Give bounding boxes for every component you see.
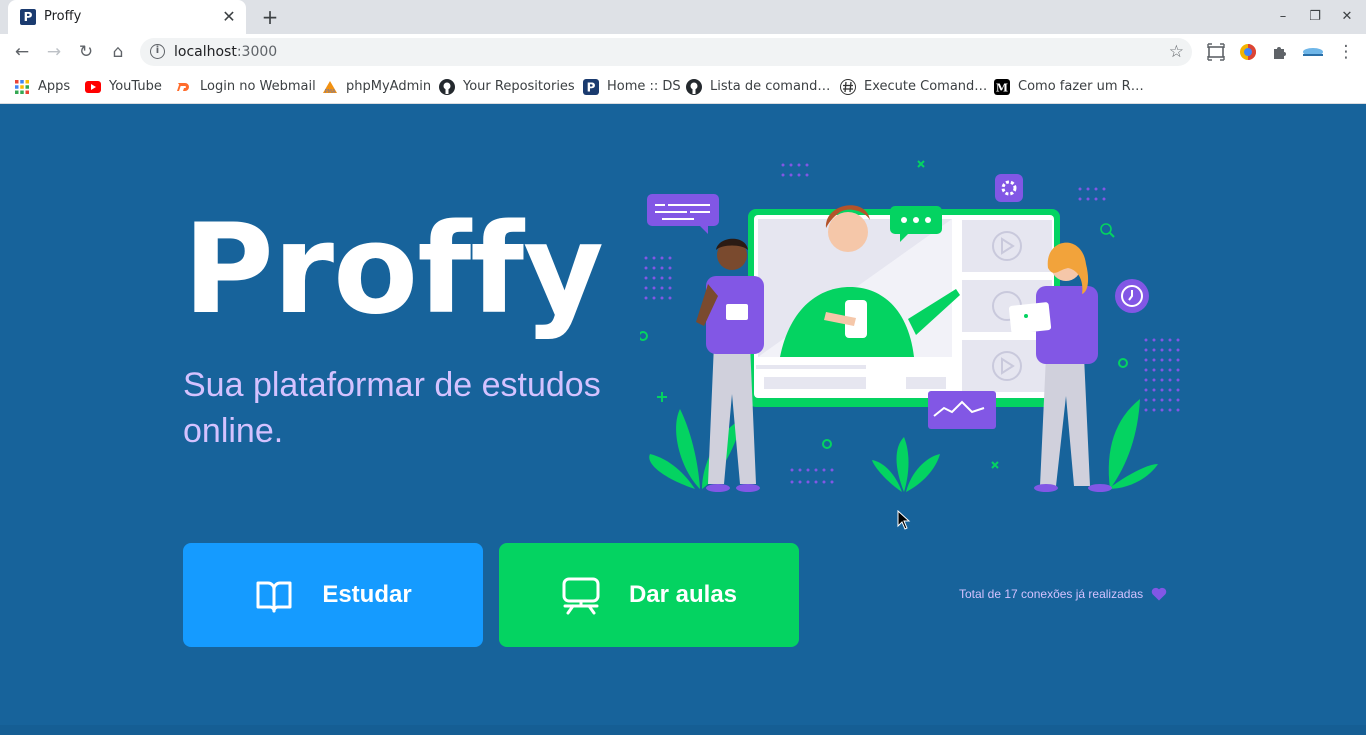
bookmark-label: Apps	[38, 79, 71, 94]
tab-capture-icon[interactable]	[1207, 43, 1225, 61]
chart-card-icon	[928, 391, 996, 429]
site-info-icon[interactable]: i	[150, 44, 165, 59]
url-text: localhost:3000	[174, 44, 277, 60]
bookmark-label: Home :: DS	[607, 79, 681, 94]
landing-page: Proffy Sua plataformar de estudos online…	[0, 104, 1366, 735]
proffy-favicon-icon: P	[20, 9, 36, 25]
bookmark-youtube[interactable]: YouTube	[85, 78, 162, 96]
bookmark-label: YouTube	[109, 79, 162, 94]
bookmarks-bar: Apps YouTube Login no Webmail PMA phpMyA…	[0, 70, 1366, 104]
bookmark-label: Login no Webmail	[200, 79, 316, 94]
close-window-button[interactable]: ✕	[1338, 8, 1356, 26]
purple-heart-icon	[1151, 587, 1167, 601]
address-bar[interactable]: i localhost:3000 ☆	[140, 38, 1192, 66]
apps-grid-icon	[15, 80, 29, 94]
url-host: localhost	[174, 44, 237, 60]
hash-icon	[840, 79, 856, 95]
back-arrow-icon[interactable]: ←	[10, 40, 34, 64]
total-connections-text: Total de 17 conexões já realizadas	[959, 587, 1144, 601]
bookmark-label: Lista de comand…	[710, 79, 831, 94]
bookmark-star-icon[interactable]: ☆	[1169, 42, 1184, 62]
bookmark-execute-comandos[interactable]: Execute Comand…	[840, 78, 987, 96]
tagline: Sua plataformar de estudos online.	[183, 366, 601, 450]
proffy-logo: Proffy	[183, 198, 604, 342]
tab-title: Proffy	[44, 9, 82, 24]
url-port: :3000	[236, 44, 278, 60]
browser-tab[interactable]: P Proffy ✕	[8, 0, 246, 34]
bookmark-phpmyadmin[interactable]: PMA phpMyAdmin	[322, 78, 431, 96]
github-icon	[686, 79, 702, 95]
home-icon[interactable]: ⌂	[106, 40, 130, 64]
bookmark-label: Your Repositories	[463, 79, 575, 94]
hero-illustration	[640, 160, 1180, 492]
bookmark-home-ds[interactable]: P Home :: DS	[583, 78, 681, 96]
teach-button-label: Dar aulas	[628, 581, 738, 608]
browser-toolbar: ← → ↻ ⌂ i localhost:3000 ☆ ⋮	[0, 34, 1366, 70]
bookmark-como-fazer[interactable]: M Como fazer um R…	[994, 78, 1144, 96]
minimize-window-button[interactable]: –	[1274, 8, 1292, 26]
cpanel-icon	[177, 83, 189, 91]
bookmark-webmail[interactable]: Login no Webmail	[176, 78, 316, 96]
teach-button[interactable]: Dar aulas	[499, 543, 799, 647]
study-button-label: Estudar	[322, 581, 412, 608]
page-bottom-strip	[0, 725, 1366, 735]
svg-text:PMA: PMA	[325, 89, 336, 95]
clock-icon	[1115, 279, 1149, 313]
restore-window-button[interactable]: ❐	[1306, 8, 1324, 26]
svg-text:P: P	[587, 81, 596, 95]
github-icon	[439, 79, 455, 95]
book-icon	[256, 581, 292, 613]
bookmark-apps[interactable]: Apps	[14, 78, 70, 96]
phpmyadmin-icon: PMA	[323, 81, 337, 95]
bookmark-label: Execute Comand…	[864, 79, 988, 94]
ds-icon: P	[583, 79, 599, 95]
color-extension-icon[interactable]	[1239, 43, 1257, 61]
forward-arrow-icon[interactable]: →	[42, 40, 66, 64]
medium-icon: M	[994, 79, 1010, 95]
bookmark-lista-de-comandos[interactable]: Lista de comand…	[686, 78, 830, 96]
new-tab-button[interactable]: +	[259, 6, 281, 28]
total-connections: Total de 17 conexões já realizadas	[959, 587, 1167, 601]
svg-text:M: M	[996, 82, 1008, 95]
cloud-extension-icon[interactable]	[1301, 43, 1325, 61]
bookmark-label: phpMyAdmin	[346, 79, 432, 94]
mouse-cursor-icon	[897, 510, 911, 530]
gear-icon	[995, 174, 1023, 202]
reload-icon[interactable]: ↻	[74, 40, 98, 64]
bookmark-label: Como fazer um R…	[1018, 79, 1144, 94]
bookmark-your-repositories[interactable]: Your Repositories	[439, 78, 575, 96]
study-button[interactable]: Estudar	[183, 543, 483, 647]
youtube-icon	[85, 81, 101, 93]
presentation-board-icon	[562, 577, 600, 615]
tab-strip: P Proffy ✕ + – ❐ ✕	[0, 0, 1366, 34]
browser-menu-icon[interactable]: ⋮	[1334, 40, 1358, 64]
close-tab-icon[interactable]: ✕	[220, 8, 238, 26]
extensions-puzzle-icon[interactable]	[1271, 43, 1289, 61]
